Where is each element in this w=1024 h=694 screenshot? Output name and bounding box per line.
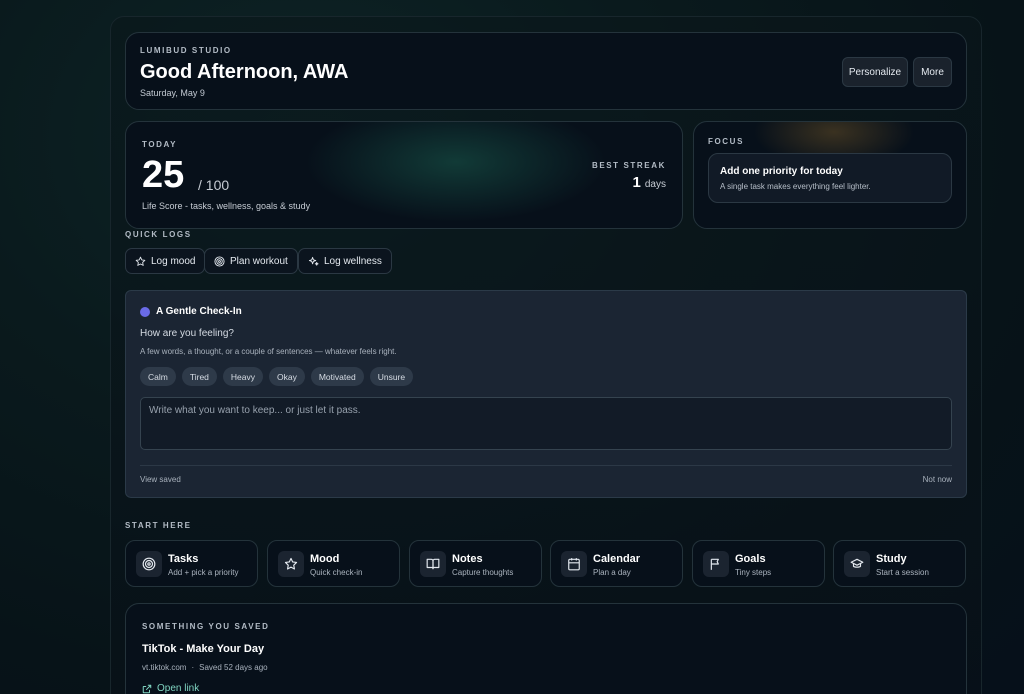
tile-tasks-icon-wrap — [136, 551, 162, 577]
date-label: Saturday, May 9 — [140, 88, 205, 98]
mood-chip-tired[interactable]: Tired — [181, 367, 217, 386]
tile-mood[interactable]: Mood Quick check-in — [267, 540, 400, 587]
tile-calendar-name: Calendar — [593, 553, 641, 565]
tile-notes-name: Notes — [452, 553, 483, 565]
saved-item-separator: · — [191, 663, 195, 672]
best-streak-label: BEST STREAK — [591, 161, 666, 170]
saved-item-domain: vt.tiktok.com — [142, 663, 187, 672]
tile-study-name: Study — [876, 553, 907, 565]
quick-logs-label: QUICK LOGS — [125, 230, 192, 239]
focus-card: FOCUS Add one priority for today A singl… — [693, 121, 967, 229]
plan-workout-label: Plan workout — [230, 255, 288, 267]
saved-card: SOMETHING YOU SAVED TikTok - Make Your D… — [125, 603, 967, 694]
mood-chip-okay[interactable]: Okay — [269, 367, 305, 386]
life-score-value: 25 — [142, 154, 185, 196]
calendar-icon — [568, 558, 580, 571]
log-wellness-label: Log wellness — [324, 255, 382, 267]
mood-chips: Calm Tired Heavy Okay Motivated Unsure — [140, 367, 414, 386]
tile-notes[interactable]: Notes Capture thoughts — [409, 540, 542, 587]
log-mood-button[interactable]: Log mood — [125, 248, 206, 274]
saved-item-meta: vt.tiktok.com · Saved 52 days ago — [142, 663, 268, 672]
check-in-textarea[interactable] — [140, 397, 952, 450]
flag-icon — [710, 558, 719, 570]
focus-title: Add one priority for today — [720, 166, 843, 177]
tile-tasks[interactable]: Tasks Add + pick a priority — [125, 540, 258, 587]
log-mood-label: Log mood — [151, 255, 196, 267]
today-label: TODAY — [142, 140, 178, 149]
best-streak-value: 1 — [632, 174, 641, 191]
page-title: Good Afternoon, AWA — [140, 61, 349, 83]
gentle-check-in-card: A Gentle Check-In How are you feeling? A… — [125, 290, 967, 498]
today-card: TODAY 25 / 100 Life Score - tasks, welln… — [125, 121, 683, 229]
check-in-hint: A few words, a thought, or a couple of s… — [140, 347, 397, 356]
open-link-label: Open link — [157, 683, 200, 694]
mood-chip-calm[interactable]: Calm — [140, 367, 176, 386]
start-here-label: START HERE — [125, 521, 192, 530]
tile-study[interactable]: Study Start a session — [833, 540, 966, 587]
graduation-cap-icon — [850, 558, 864, 568]
tile-mood-name: Mood — [310, 553, 340, 565]
check-in-dot-icon — [140, 307, 150, 317]
tile-study-sub: Start a session — [876, 568, 929, 577]
tile-goals-icon-wrap — [703, 551, 729, 577]
target-icon — [142, 557, 156, 571]
brand-label: LUMIBUD STUDIO — [140, 46, 232, 55]
star-icon — [284, 557, 298, 570]
personalize-button[interactable]: Personalize — [842, 57, 908, 87]
not-now-link[interactable]: Not now — [923, 475, 952, 484]
add-priority-button[interactable]: Add one priority for today A single task… — [708, 153, 952, 203]
tile-mood-icon-wrap — [278, 551, 304, 577]
book-icon — [426, 558, 440, 570]
plan-workout-button[interactable]: Plan workout — [204, 248, 298, 274]
mood-chip-motivated[interactable]: Motivated — [310, 367, 364, 386]
tile-goals[interactable]: Goals Tiny steps — [692, 540, 825, 587]
mood-chip-unsure[interactable]: Unsure — [369, 367, 414, 386]
saved-item-date: Saved 52 days ago — [199, 663, 268, 672]
focus-label: FOCUS — [708, 137, 744, 146]
more-button[interactable]: More — [913, 57, 952, 87]
external-link-icon — [142, 684, 152, 693]
mood-chip-heavy[interactable]: Heavy — [222, 367, 263, 386]
tile-notes-icon-wrap — [420, 551, 446, 577]
tile-calendar-icon-wrap — [561, 551, 587, 577]
best-streak-unit: days — [644, 179, 666, 190]
tile-notes-sub: Capture thoughts — [452, 568, 514, 577]
view-saved-link[interactable]: View saved — [140, 475, 181, 484]
saved-item-title: TikTok - Make Your Day — [142, 643, 265, 655]
life-score-max: / 100 — [198, 177, 230, 193]
tile-goals-name: Goals — [735, 553, 766, 565]
target-icon — [214, 255, 225, 267]
open-link-button[interactable]: Open link — [142, 683, 199, 694]
star-icon — [135, 256, 146, 266]
check-in-divider — [140, 465, 952, 466]
check-in-question: How are you feeling? — [140, 328, 234, 339]
log-wellness-button[interactable]: Log wellness — [298, 248, 392, 274]
tile-calendar-sub: Plan a day — [593, 568, 631, 577]
saved-label: SOMETHING YOU SAVED — [142, 622, 270, 631]
check-in-title: A Gentle Check-In — [156, 306, 242, 317]
tile-mood-sub: Quick check-in — [310, 568, 363, 577]
tile-goals-sub: Tiny steps — [735, 568, 772, 577]
tile-study-icon-wrap — [844, 551, 870, 577]
life-score-description: Life Score - tasks, wellness, goals & st… — [142, 201, 311, 211]
focus-subtitle: A single task makes everything feel ligh… — [720, 182, 871, 191]
best-streak: 1 days — [633, 174, 666, 191]
header-card: LUMIBUD STUDIO Good Afternoon, AWA Satur… — [125, 32, 967, 110]
sparkles-icon — [308, 256, 319, 266]
tile-calendar[interactable]: Calendar Plan a day — [550, 540, 683, 587]
tile-tasks-sub: Add + pick a priority — [168, 568, 239, 577]
tile-tasks-name: Tasks — [168, 553, 199, 565]
